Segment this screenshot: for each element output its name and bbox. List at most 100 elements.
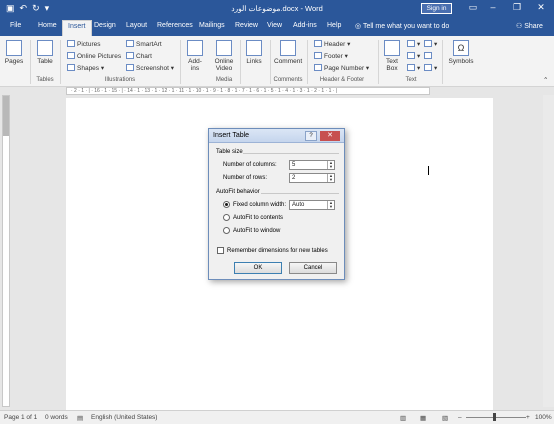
cancel-button[interactable]: Cancel — [289, 262, 337, 274]
object-button[interactable]: ▾ — [424, 64, 437, 72]
horizontal-ruler[interactable]: · 2 · 1 · | · 16 · 1 · 15 · | · 14 · 1 ·… — [66, 87, 430, 95]
spinner-arrows-icon[interactable]: ▲ ▼ — [327, 161, 334, 169]
tab-insert[interactable]: Insert — [62, 20, 92, 36]
proofing-icon[interactable]: ▤ — [77, 414, 83, 422]
add-ins-button[interactable]: Add-ins — [185, 40, 205, 72]
columns-spinner[interactable]: 5 ▲ ▼ — [289, 160, 335, 170]
spinner-arrows-icon[interactable]: ▲ ▼ — [327, 201, 334, 209]
wordart-icon — [407, 52, 415, 59]
minimize-icon[interactable]: – — [486, 2, 500, 12]
group-label-illustrations: Illustrations — [104, 77, 136, 83]
pictures-icon — [67, 40, 75, 47]
group-label-media: Media — [215, 77, 233, 83]
group-separator — [270, 40, 271, 84]
header-button[interactable]: Header ▾ — [314, 40, 350, 48]
page-number-button[interactable]: Page Number ▾ — [314, 64, 369, 72]
text-cursor — [428, 166, 429, 175]
columns-label: Number of columns: — [223, 162, 277, 168]
table-icon — [37, 40, 53, 56]
ruler-margin-shade — [3, 96, 9, 136]
zoom-slider[interactable] — [466, 417, 526, 418]
zoom-out-icon[interactable]: – — [458, 414, 462, 421]
smartart-button[interactable]: SmartArt — [126, 40, 162, 48]
tab-references[interactable]: References — [157, 22, 193, 29]
footer-icon — [314, 52, 322, 59]
read-mode-icon[interactable]: ▥ — [400, 414, 406, 422]
tab-file[interactable]: File — [10, 22, 21, 29]
column-width-spinner[interactable]: Auto ▲ ▼ — [289, 200, 335, 210]
collapse-ribbon-icon[interactable]: ⌃ — [543, 76, 548, 84]
dialog-close-icon[interactable]: ✕ — [320, 131, 340, 141]
date-time-button[interactable] — [424, 52, 434, 60]
ribbon-display-options-icon[interactable]: ▭ — [466, 2, 480, 13]
tab-help[interactable]: Help — [327, 22, 341, 29]
restore-icon[interactable]: ❐ — [510, 2, 524, 13]
text-box-icon — [384, 40, 400, 56]
zoom-slider-thumb[interactable] — [493, 413, 496, 421]
footer-button[interactable]: Footer ▾ — [314, 52, 348, 60]
group-separator — [307, 40, 308, 84]
autofit-window-label: AutoFit to window — [233, 228, 281, 234]
chart-button[interactable]: Chart — [126, 52, 152, 60]
tab-layout[interactable]: Layout — [126, 22, 147, 29]
web-layout-icon[interactable]: ▧ — [442, 414, 448, 422]
tab-mailings[interactable]: Mailings — [199, 22, 225, 29]
remember-dimensions-label: Remember dimensions for new tables — [227, 248, 328, 254]
ribbon-tabs: File Home Insert Design Layout Reference… — [0, 18, 554, 36]
shapes-button[interactable]: Shapes ▾ — [67, 64, 104, 72]
tab-view[interactable]: View — [267, 22, 282, 29]
drop-cap-button[interactable]: ▾ — [407, 64, 420, 72]
close-icon[interactable]: ✕ — [534, 2, 548, 13]
comment-button[interactable]: Comment — [274, 40, 302, 65]
help-icon[interactable]: ? — [305, 131, 317, 141]
quick-parts-icon — [407, 40, 415, 47]
ribbon: Pages Table Tables Pictures Online Pictu… — [0, 36, 554, 87]
table-button[interactable]: Table — [34, 40, 56, 65]
group-separator — [442, 40, 443, 84]
dialog-title: Insert Table — [213, 132, 250, 139]
links-button[interactable]: Links — [244, 40, 264, 65]
pages-button[interactable]: Pages — [4, 40, 24, 65]
autofit-window-radio[interactable] — [223, 227, 230, 234]
group-label-comments: Comments — [273, 77, 303, 83]
lightbulb-icon: ◎ — [355, 23, 363, 30]
rows-spinner[interactable]: 2 ▲ ▼ — [289, 173, 335, 183]
zoom-level[interactable]: 100% — [535, 414, 552, 421]
remember-dimensions-checkbox[interactable] — [217, 247, 224, 254]
print-layout-icon[interactable]: ▦ — [420, 414, 426, 422]
autofit-contents-label: AutoFit to contents — [233, 215, 284, 221]
signature-line-button[interactable]: ▾ — [424, 40, 437, 48]
tab-design[interactable]: Design — [94, 22, 116, 29]
wordart-button[interactable]: ▾ — [407, 52, 420, 60]
page-count[interactable]: Page 1 of 1 — [4, 414, 37, 421]
links-icon — [246, 40, 262, 56]
insert-table-dialog: Insert Table ? ✕ Table size Number of co… — [208, 128, 345, 280]
tell-me-search[interactable]: ◎ Tell me what you want to do — [355, 22, 449, 30]
tab-add-ins[interactable]: Add-ins — [293, 22, 317, 29]
ok-button[interactable]: OK — [234, 262, 282, 274]
sign-in-button[interactable]: Sign in — [421, 3, 452, 14]
word-count[interactable]: 0 words — [45, 414, 68, 421]
page-number-icon — [314, 64, 322, 71]
tab-home[interactable]: Home — [38, 22, 57, 29]
online-video-button[interactable]: Online Video — [212, 40, 236, 72]
symbols-button[interactable]: Ω Symbols — [447, 40, 475, 65]
fixed-width-radio[interactable] — [223, 201, 230, 208]
pictures-button[interactable]: Pictures — [67, 40, 100, 48]
vertical-ruler[interactable] — [2, 95, 10, 407]
header-icon — [314, 40, 322, 47]
online-pictures-button[interactable]: Online Pictures — [67, 52, 121, 60]
language-indicator[interactable]: English (United States) — [91, 414, 157, 421]
group-separator — [60, 40, 61, 84]
zoom-in-icon[interactable]: + — [526, 414, 530, 421]
text-box-button[interactable]: Text Box — [381, 40, 403, 72]
autofit-contents-radio[interactable] — [223, 214, 230, 221]
tab-review[interactable]: Review — [235, 22, 258, 29]
ruler-numbers: · 2 · 1 · | · 16 · 1 · 15 · | · 14 · 1 ·… — [71, 88, 338, 94]
screenshot-button[interactable]: Screenshot ▾ — [126, 64, 174, 72]
spinner-arrows-icon[interactable]: ▲ ▼ — [327, 174, 334, 182]
smartart-icon — [126, 40, 134, 47]
share-button[interactable]: ⚇ Share — [516, 22, 543, 30]
quick-parts-button[interactable]: ▾ — [407, 40, 420, 48]
vertical-scrollbar[interactable] — [543, 95, 554, 407]
